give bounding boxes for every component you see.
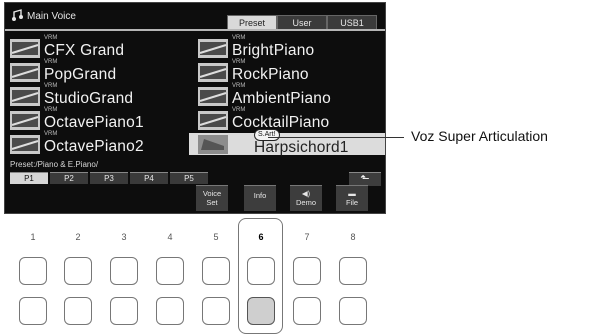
voice-item[interactable]: VRM CocktailPiano <box>195 107 373 131</box>
file-label: File <box>345 198 359 207</box>
voice-tag: VRM <box>44 59 58 65</box>
divider <box>5 29 385 31</box>
voice-name: OctavePiano1 <box>44 114 144 131</box>
page-button[interactable]: P3 <box>90 172 128 184</box>
panel-button-1-up[interactable] <box>19 257 47 285</box>
voice-name: CFX Grand <box>44 42 125 59</box>
voice-tag: VRM <box>44 83 58 89</box>
panel-button-6-up[interactable] <box>247 257 275 285</box>
voice-item[interactable]: VRM BrightPiano <box>195 35 373 59</box>
voice-tag: VRM <box>232 35 246 41</box>
piano-icon <box>198 87 228 106</box>
tab-preset[interactable]: Preset <box>227 15 277 30</box>
button-number: 6 <box>258 232 264 242</box>
piano-icon <box>198 63 228 82</box>
panel-button-2-up[interactable] <box>64 257 92 285</box>
tab-usb1[interactable]: USB1 <box>327 15 377 30</box>
tab-user[interactable]: User <box>277 15 327 30</box>
panel-button-2-down[interactable] <box>64 297 92 325</box>
panel-button-8-down[interactable] <box>339 297 367 325</box>
folder-icon: ▬ <box>348 189 356 198</box>
voice-name: CocktailPiano <box>232 114 330 131</box>
screen-header: Main Voice <box>11 8 76 24</box>
button-number: 8 <box>350 232 356 242</box>
demo-button[interactable]: ◀) Demo <box>290 185 322 211</box>
voice-name: BrightPiano <box>232 42 315 59</box>
voice-tag: VRM <box>232 107 246 113</box>
piano-icon <box>10 87 40 106</box>
callout-line <box>268 137 404 138</box>
note-icon <box>11 8 23 24</box>
panel-button-4-up[interactable] <box>156 257 184 285</box>
panel-button-5-down[interactable] <box>202 297 230 325</box>
voice-tag: VRM <box>44 107 58 113</box>
panel-button-5-up[interactable] <box>202 257 230 285</box>
button-number: 3 <box>121 232 127 242</box>
piano-icon <box>10 135 40 154</box>
up-arrow-button[interactable]: ⬑ <box>349 172 381 186</box>
info-label: Info <box>253 191 267 200</box>
screen-title: Main Voice <box>27 10 76 22</box>
speaker-icon: ◀) <box>301 189 311 198</box>
voice-item[interactable]: VRM OctavePiano2 <box>7 131 185 155</box>
voice-set-button[interactable]: Voice Set <box>196 185 228 211</box>
voice-name: Harpsichord1 <box>254 139 349 156</box>
folder-path: Preset:/Piano & E.Piano/ <box>10 160 99 169</box>
piano-icon <box>10 39 40 58</box>
panel-button-7-down[interactable] <box>293 297 321 325</box>
voice-item[interactable]: VRM PopGrand <box>7 59 185 83</box>
lcd-screen: Main Voice Preset User USB1 VRM CFX Gran… <box>4 2 386 214</box>
page-button[interactable]: P4 <box>130 172 168 184</box>
file-button[interactable]: ▬ File <box>336 185 368 211</box>
voice-name: OctavePiano2 <box>44 138 144 155</box>
panel-button-7-up[interactable] <box>293 257 321 285</box>
voice-name: RockPiano <box>232 66 309 83</box>
page-button[interactable]: P5 <box>170 172 208 184</box>
panel-button-4-down[interactable] <box>156 297 184 325</box>
button-number: 7 <box>304 232 310 242</box>
voice-tag: VRM <box>44 131 58 137</box>
demo-label: Demo <box>295 198 316 207</box>
voice-tag: VRM <box>232 59 246 65</box>
piano-icon <box>10 111 40 130</box>
up-arrow-icon: ⬑ <box>360 173 370 185</box>
voice-name: AmbientPiano <box>232 90 331 107</box>
voice-set-label: Set <box>206 198 218 207</box>
voice-item[interactable]: VRM OctavePiano1 <box>7 107 185 131</box>
panel-button-1-down[interactable] <box>19 297 47 325</box>
button-number: 1 <box>30 232 36 242</box>
voice-tag: VRM <box>44 35 58 41</box>
page-button[interactable]: P2 <box>50 172 88 184</box>
tab-bar: Preset User USB1 <box>227 15 377 30</box>
voice-name: PopGrand <box>44 66 117 83</box>
harpsichord-icon <box>198 135 228 154</box>
panel-button-8-up[interactable] <box>339 257 367 285</box>
info-button[interactable]: Info <box>244 185 276 211</box>
panel-button-3-down[interactable] <box>110 297 138 325</box>
voice-item[interactable]: VRM RockPiano <box>195 59 373 83</box>
button-number: 5 <box>213 232 219 242</box>
piano-icon <box>10 63 40 82</box>
button-number: 4 <box>167 232 173 242</box>
panel-button-3-up[interactable] <box>110 257 138 285</box>
panel-button-6-down[interactable] <box>247 297 275 325</box>
voice-item[interactable]: VRM CFX Grand <box>7 35 185 59</box>
voice-name: StudioGrand <box>44 90 134 107</box>
voice-item[interactable]: VRM StudioGrand <box>7 83 185 107</box>
voice-set-label: Voice <box>202 189 222 198</box>
piano-icon <box>198 39 228 58</box>
piano-icon <box>198 111 228 130</box>
button-number: 2 <box>75 232 81 242</box>
callout-label: Voz Super Articulation <box>411 128 548 144</box>
page-selector: P1 P2 P3 P4 P5 <box>10 172 208 184</box>
voice-tag: VRM <box>232 83 246 89</box>
page-button[interactable]: P1 <box>10 172 48 184</box>
voice-item[interactable]: VRM AmbientPiano <box>195 83 373 107</box>
